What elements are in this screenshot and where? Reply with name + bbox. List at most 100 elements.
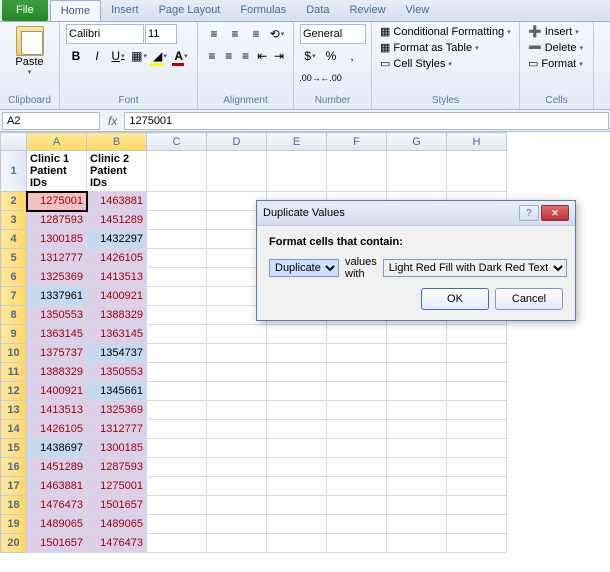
help-button[interactable]: ? [519,205,539,221]
align-center-button[interactable]: ≡ [221,46,237,66]
fill-color-button[interactable]: ◢ [150,46,170,66]
row-header-11[interactable]: 11 [1,363,27,382]
cell-empty[interactable] [147,211,207,230]
delete-cells-button[interactable]: ➖Delete ▾ [526,40,587,55]
row-header-18[interactable]: 18 [1,496,27,515]
cell-empty[interactable] [147,439,207,458]
cell-empty[interactable] [267,458,327,477]
tab-home[interactable]: Home [50,0,101,21]
cell-empty[interactable] [387,515,447,534]
tab-insert[interactable]: Insert [101,0,149,21]
row-header-2[interactable]: 2 [1,192,27,211]
cell-B7[interactable]: 1400921 [87,287,147,306]
cell-A4[interactable]: 1300185 [27,230,87,249]
cell-empty[interactable] [147,268,207,287]
cell-empty[interactable] [207,344,267,363]
cell-B5[interactable]: 1426105 [87,249,147,268]
cell-empty[interactable] [447,325,507,344]
tab-file[interactable]: File [2,0,48,21]
cell-empty[interactable] [207,496,267,515]
tab-page-layout[interactable]: Page Layout [149,0,231,21]
cell-empty[interactable] [267,344,327,363]
cell-empty[interactable] [387,363,447,382]
row-header-4[interactable]: 4 [1,230,27,249]
worksheet-grid[interactable]: ABCDEFGH1Clinic 1 Patient IDsClinic 2 Pa… [0,132,610,572]
cell-empty[interactable] [267,382,327,401]
cell-B11[interactable]: 1350553 [87,363,147,382]
cell-B3[interactable]: 1451289 [87,211,147,230]
cell-empty[interactable] [147,477,207,496]
cell-B16[interactable]: 1287593 [87,458,147,477]
cell-empty[interactable] [147,249,207,268]
tab-formulas[interactable]: Formulas [230,0,296,21]
cell-A14[interactable]: 1426105 [27,420,87,439]
cell-A8[interactable]: 1350553 [27,306,87,325]
cell-empty[interactable] [327,458,387,477]
cell-empty[interactable] [207,534,267,553]
cell-A15[interactable]: 1438697 [27,439,87,458]
insert-cells-button[interactable]: ➕Insert ▾ [526,24,587,39]
cell-empty[interactable] [327,420,387,439]
cell-A11[interactable]: 1388329 [27,363,87,382]
orientation-button[interactable]: ⟲ [267,24,287,44]
cell-A16[interactable]: 1451289 [27,458,87,477]
cell-empty[interactable] [147,287,207,306]
cell-empty[interactable] [147,363,207,382]
cell-empty[interactable] [207,363,267,382]
cell-empty[interactable] [327,382,387,401]
cell-empty[interactable] [327,439,387,458]
cell-B2[interactable]: 1463881 [87,192,147,211]
cell-B18[interactable]: 1501657 [87,496,147,515]
cell-empty[interactable] [387,458,447,477]
format-style-select[interactable]: Light Red Fill with Dark Red Text [383,259,567,277]
col-header-C[interactable]: C [147,133,207,151]
indent-inc-button[interactable]: ⇥ [271,46,287,66]
cell-A12[interactable]: 1400921 [27,382,87,401]
italic-button[interactable]: I [87,46,107,66]
cell-empty[interactable] [447,458,507,477]
currency-button[interactable]: $ [300,46,320,66]
cell-B15[interactable]: 1300185 [87,439,147,458]
cell-empty[interactable] [147,192,207,211]
align-left-button[interactable]: ≡ [204,46,220,66]
cell-empty[interactable] [387,151,447,192]
cell-empty[interactable] [327,534,387,553]
cell-empty[interactable] [387,496,447,515]
cell-empty[interactable] [327,401,387,420]
col-header-A[interactable]: A [27,133,87,151]
cell-empty[interactable] [447,534,507,553]
row-header-3[interactable]: 3 [1,211,27,230]
cell-empty[interactable] [447,151,507,192]
font-name-combo[interactable] [66,24,144,44]
cell-empty[interactable] [267,515,327,534]
cell-A17[interactable]: 1463881 [27,477,87,496]
cancel-button[interactable]: Cancel [495,288,563,310]
cell-B17[interactable]: 1275001 [87,477,147,496]
number-format-combo[interactable] [300,24,366,44]
tab-view[interactable]: View [396,0,440,21]
row-header-20[interactable]: 20 [1,534,27,553]
comma-button[interactable]: , [342,46,362,66]
cell-empty[interactable] [327,515,387,534]
cell-empty[interactable] [147,401,207,420]
cell-A1[interactable]: Clinic 1 Patient IDs [27,151,87,192]
cell-empty[interactable] [327,477,387,496]
row-header-7[interactable]: 7 [1,287,27,306]
tab-review[interactable]: Review [339,0,395,21]
row-header-13[interactable]: 13 [1,401,27,420]
cell-empty[interactable] [327,496,387,515]
align-top-button[interactable]: ≡ [204,24,224,44]
cell-empty[interactable] [387,325,447,344]
row-header-14[interactable]: 14 [1,420,27,439]
row-header-5[interactable]: 5 [1,249,27,268]
percent-button[interactable]: % [321,46,341,66]
duplicate-type-select[interactable]: Duplicate [269,259,339,277]
cell-empty[interactable] [447,439,507,458]
cell-styles-button[interactable]: ▭Cell Styles ▾ [378,56,513,71]
cell-empty[interactable] [267,534,327,553]
cell-A9[interactable]: 1363145 [27,325,87,344]
cell-B13[interactable]: 1325369 [87,401,147,420]
cell-empty[interactable] [207,382,267,401]
cell-empty[interactable] [387,439,447,458]
ok-button[interactable]: OK [421,288,489,310]
